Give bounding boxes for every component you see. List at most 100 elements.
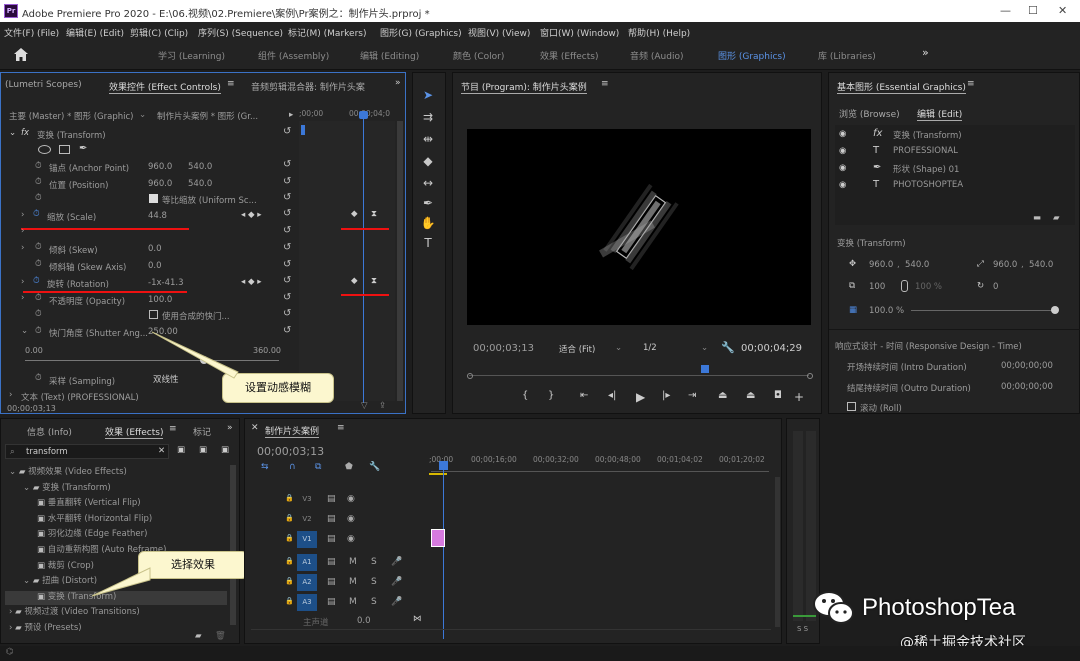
eg-position-y[interactable]: 540.0	[905, 260, 929, 270]
tab-lumetri-scopes[interactable]: (Lumetri Scopes)	[5, 80, 82, 90]
opacity-value[interactable]: 100.0	[148, 295, 172, 305]
clear-search-icon[interactable]: ✕	[158, 446, 165, 456]
visibility-eye-icon[interactable]: ◉	[839, 146, 846, 156]
menu-help[interactable]: 帮助(H) (Help)	[628, 26, 690, 39]
expand-chevron-icon[interactable]: ›	[21, 277, 24, 287]
track-target-v3[interactable]: V3	[297, 491, 317, 508]
skew-axis-value[interactable]: 0.0	[148, 261, 162, 271]
master-clip-label[interactable]: 主要 (Master) * 图形 (Graphic)	[9, 110, 133, 122]
program-timeline-ruler[interactable]	[469, 375, 809, 376]
step-forward-icon[interactable]: |▸	[662, 390, 670, 401]
go-to-in-icon[interactable]: ⇤	[580, 390, 588, 401]
position-x-value[interactable]: 960.0	[148, 179, 172, 189]
track-eye-icon[interactable]: ◉	[347, 534, 355, 544]
chevron-down-icon[interactable]: ⌄	[9, 128, 16, 138]
master-end-icon[interactable]: ⋈	[413, 614, 422, 624]
mark-out-icon[interactable]: }	[548, 390, 554, 401]
workspace-libraries[interactable]: 库 (Libraries)	[818, 49, 876, 62]
layer-item[interactable]: PROFESSIONAL	[893, 146, 958, 156]
extract-icon[interactable]: ⏏	[746, 390, 755, 401]
lock-icon[interactable]: 🔒	[285, 514, 294, 522]
play-only-icon[interactable]: ▸	[289, 110, 293, 120]
record-voice-icon[interactable]: 🎤	[391, 557, 402, 567]
link-icon[interactable]: ,	[897, 260, 900, 270]
maximize-button[interactable]: ☐	[1028, 4, 1038, 17]
mark-in-icon[interactable]: {	[522, 390, 528, 401]
eg-rotation[interactable]: 0	[993, 282, 998, 292]
accelerated-effects-icon[interactable]: ▣	[177, 445, 185, 455]
home-icon[interactable]	[14, 48, 28, 64]
eg-position-x[interactable]: 960.0	[869, 260, 893, 270]
reset-icon[interactable]: ↺	[283, 325, 291, 336]
workspace-graphics[interactable]: 图形 (Graphics)	[718, 49, 786, 62]
layer-item[interactable]: PHOTOSHOPTEA	[893, 180, 963, 190]
chevron-down-icon[interactable]: ⌄	[615, 343, 622, 353]
video-preview[interactable]	[467, 129, 811, 325]
uniform-scale-checkbox[interactable]	[149, 194, 158, 203]
chevron-down-icon[interactable]: ⌄	[21, 326, 28, 336]
export-frame-icon[interactable]: ◘	[774, 390, 782, 401]
opacity-slider-thumb[interactable]	[1051, 306, 1059, 314]
menu-clip[interactable]: 剪辑(C) (Clip)	[130, 26, 188, 39]
workspace-learning[interactable]: 学习 (Learning)	[158, 49, 225, 62]
panel-menu-icon[interactable]: ≡	[169, 424, 177, 434]
keyframe-icon[interactable]: ◆	[351, 209, 358, 219]
panel-menu-icon[interactable]: ≡	[337, 423, 345, 433]
reset-icon[interactable]: ↺	[283, 275, 291, 286]
roll-checkbox[interactable]	[847, 402, 856, 411]
essential-graphics-title[interactable]: 基本图形 (Essential Graphics)	[837, 80, 966, 94]
wrench-icon[interactable]: 🔧	[369, 462, 380, 472]
sync-lock-icon[interactable]: ▤	[327, 597, 336, 607]
keyframe-nav-icon[interactable]: ◂ ◆ ▸	[241, 210, 261, 220]
tab-effect-controls[interactable]: 效果控件 (Effect Controls)	[109, 80, 221, 94]
expand-chevron-icon[interactable]: ›	[21, 210, 24, 220]
tree-item[interactable]: › ▰ 预设 (Presets)	[9, 621, 82, 633]
new-layer-icon[interactable]: ▬	[1033, 213, 1041, 223]
eg-scale[interactable]: 100	[869, 282, 885, 292]
anchor-y-value[interactable]: 540.0	[188, 162, 212, 172]
text-layer-row[interactable]: 文本 (Text) (PROFESSIONAL)	[21, 391, 139, 403]
lift-icon[interactable]: ⏏	[718, 390, 727, 401]
pen-tool-icon[interactable]: ✒	[420, 196, 436, 210]
add-marker-icon[interactable]: ⬟	[345, 462, 353, 472]
track-target-v1[interactable]: V1	[297, 531, 317, 548]
reset-icon[interactable]: ↺	[283, 292, 291, 303]
track-eye-icon[interactable]: ◉	[347, 494, 355, 504]
tree-item[interactable]: ▣ 裁剪 (Crop)	[37, 559, 94, 571]
menu-view[interactable]: 视图(V) (View)	[468, 26, 530, 39]
reset-icon[interactable]: ↺	[283, 242, 291, 253]
wrench-icon[interactable]: 🔧	[721, 341, 735, 354]
keyframe-nav-icon[interactable]: ◂ ◆ ▸	[241, 277, 261, 287]
expand-chevron-icon[interactable]: ›	[21, 226, 24, 236]
ec-playhead-handle[interactable]	[359, 111, 368, 119]
sync-lock-icon[interactable]: ▤	[327, 534, 336, 544]
ec-scrollbar[interactable]	[397, 121, 403, 401]
track-target-a2[interactable]: A2	[297, 574, 317, 591]
record-voice-icon[interactable]: 🎤	[391, 597, 402, 607]
menu-markers[interactable]: 标记(M) (Markers)	[288, 26, 366, 39]
expand-chevron-icon[interactable]: ⌄	[23, 576, 33, 586]
stopwatch-icon[interactable]: ⏱	[35, 161, 42, 171]
scale-lock-icon[interactable]	[901, 280, 908, 292]
tab-edit[interactable]: 编辑 (Edit)	[917, 107, 963, 121]
minimize-button[interactable]: —	[1000, 4, 1011, 17]
menu-graphics[interactable]: 图形(G) (Graphics)	[380, 26, 462, 39]
tab-browse[interactable]: 浏览 (Browse)	[839, 107, 900, 120]
expand-chevron-icon[interactable]: ⌄	[9, 467, 19, 477]
rotation-value[interactable]: -1x-41.3	[148, 278, 184, 288]
resolution-dropdown[interactable]: 1/2	[643, 343, 657, 353]
sync-lock-icon[interactable]: ▤	[327, 577, 336, 587]
position-y-value[interactable]: 540.0	[188, 179, 212, 189]
chevron-down-icon[interactable]: ⌄	[139, 110, 146, 120]
program-monitor-title[interactable]: 节目 (Program): 制作片头案例	[461, 80, 587, 94]
reset-icon[interactable]: ↺	[283, 308, 291, 319]
expand-chevron-icon[interactable]: ›	[9, 390, 12, 400]
reset-icon[interactable]: ↺	[283, 176, 291, 187]
horizontal-scrollbar[interactable]	[251, 629, 771, 630]
timeline-tab[interactable]: 制作片头案例	[265, 424, 320, 438]
timeline-scrollbar[interactable]	[775, 477, 780, 627]
work-area-bar[interactable]	[429, 473, 447, 475]
magnet-icon[interactable]: ∩	[289, 462, 296, 472]
sync-lock-icon[interactable]: ▤	[327, 514, 336, 524]
solo-button[interactable]: S	[371, 577, 377, 587]
